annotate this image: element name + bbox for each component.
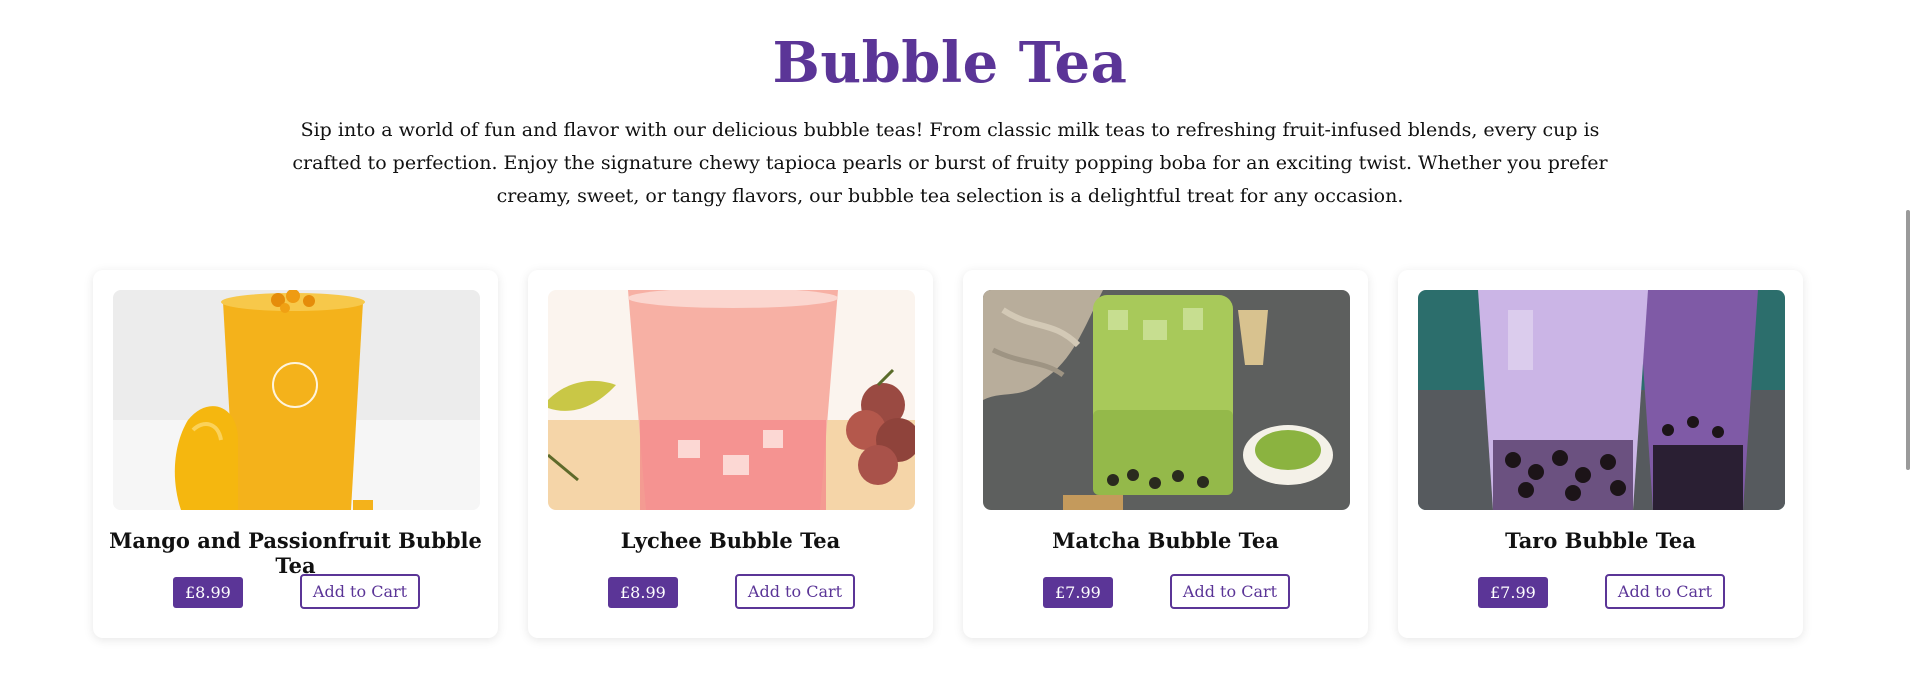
matcha-bubble-tea-image (983, 290, 1350, 510)
lychee-bubble-tea-image (548, 290, 915, 510)
price-badge: £8.99 (173, 577, 243, 608)
page-title: Bubble Tea (772, 30, 1128, 96)
add-to-cart-button[interactable]: Add to Cart (1605, 574, 1725, 609)
product-image[interactable] (983, 290, 1350, 510)
price-badge: £8.99 (608, 577, 678, 608)
add-to-cart-button[interactable]: Add to Cart (1170, 574, 1290, 609)
page: Bubble Tea Sip into a world of fun and f… (0, 0, 1910, 697)
add-to-cart-button[interactable]: Add to Cart (735, 574, 855, 609)
product-name: Lychee Bubble Tea (620, 528, 841, 553)
product-image[interactable] (548, 290, 915, 510)
product-image[interactable] (1418, 290, 1785, 510)
intro-text: Sip into a world of fun and flavor with … (292, 119, 1608, 207)
product-card: Mango and Passionfruit Bubble Tea £8.99 … (93, 270, 498, 638)
product-card: Matcha Bubble Tea £7.99 Add to Cart (963, 270, 1368, 638)
taro-bubble-tea-image (1418, 290, 1785, 510)
product-image[interactable] (113, 290, 480, 510)
product-card: Lychee Bubble Tea £8.99 Add to Cart (528, 270, 933, 638)
product-name: Mango and Passionfruit Bubble Tea (109, 528, 482, 578)
scrollbar-thumb[interactable] (1906, 210, 1910, 470)
add-to-cart-button[interactable]: Add to Cart (300, 574, 420, 609)
mango-bubble-tea-image (113, 290, 480, 510)
price-badge: £7.99 (1478, 577, 1548, 608)
product-card: Taro Bubble Tea £7.99 Add to Cart (1398, 270, 1803, 638)
product-name: Matcha Bubble Tea (1052, 528, 1279, 553)
price-badge: £7.99 (1043, 577, 1113, 608)
product-name: Taro Bubble Tea (1505, 528, 1696, 553)
product-grid: Mango and Passionfruit Bubble Tea £8.99 … (93, 270, 1809, 638)
